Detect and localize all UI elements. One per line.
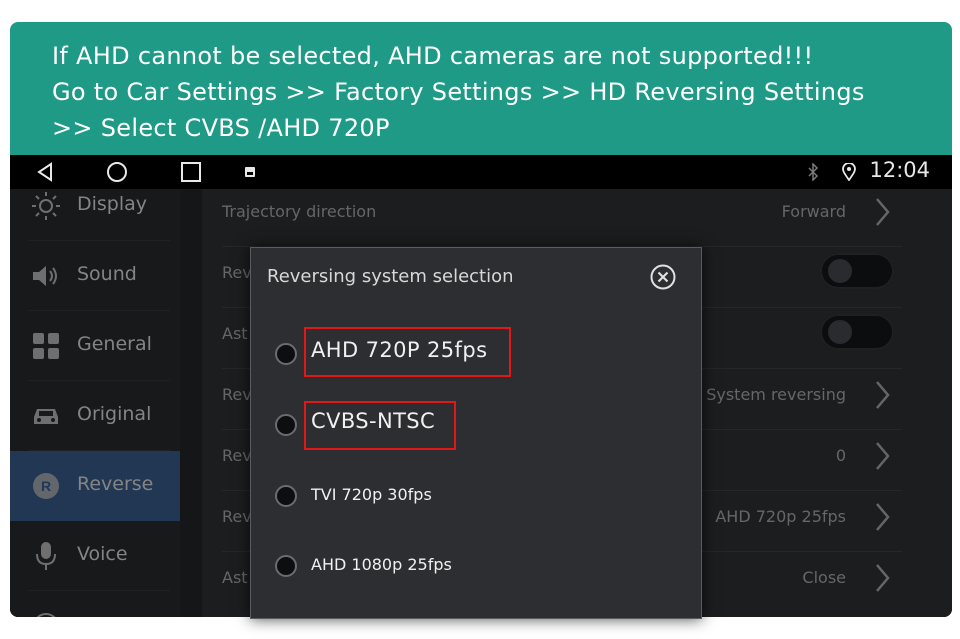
option-label: TVI 720p 30fps	[311, 485, 432, 504]
highlight-box-cvbs	[304, 401, 456, 450]
close-icon[interactable]	[650, 264, 676, 290]
option-tvi-720p[interactable]: TVI 720p 30fps	[275, 473, 675, 523]
option-ahd-1080p[interactable]: AHD 1080p 25fps	[275, 543, 675, 593]
option-label: AHD 1080p 25fps	[311, 555, 452, 574]
radio-button[interactable]	[275, 343, 297, 365]
recents-icon[interactable]	[178, 155, 204, 189]
status-time: 12:04	[869, 158, 930, 182]
banner-line-1: If AHD cannot be selected, AHD cameras a…	[52, 42, 814, 70]
highlight-box-ahd	[304, 327, 511, 377]
instruction-banner: If AHD cannot be selected, AHD cameras a…	[10, 22, 952, 160]
notification-icon	[242, 155, 258, 189]
bluetooth-icon	[804, 155, 822, 189]
radio-button[interactable]	[275, 555, 297, 577]
banner-line-3: >> Select CVBS /AHD 720P	[52, 114, 390, 142]
radio-button[interactable]	[275, 485, 297, 507]
location-icon	[840, 155, 858, 189]
banner-line-2: Go to Car Settings >> Factory Settings >…	[52, 78, 865, 106]
dialog-title: Reversing system selection	[267, 266, 514, 287]
radio-button[interactable]	[275, 414, 297, 436]
